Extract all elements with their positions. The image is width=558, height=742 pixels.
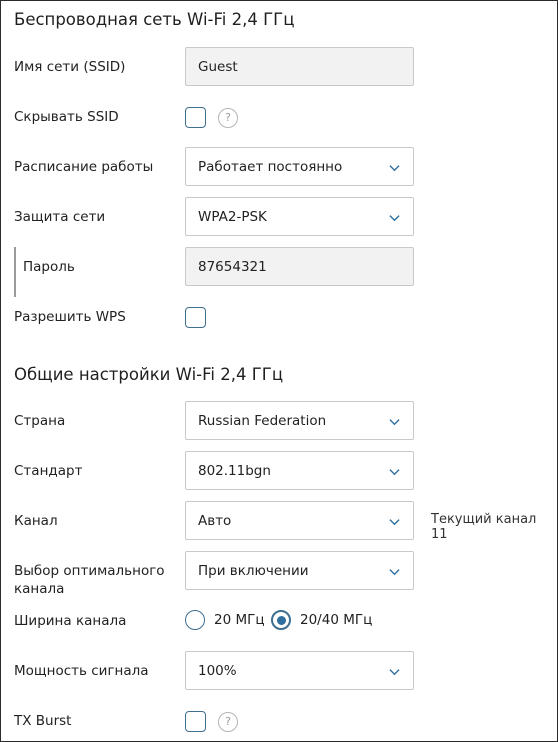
security-label: Защита сети xyxy=(14,209,106,225)
channel-select[interactable]: Авто xyxy=(185,501,414,540)
country-select[interactable]: Russian Federation xyxy=(185,401,414,440)
standard-select[interactable]: 802.11bgn xyxy=(185,451,414,490)
help-icon[interactable]: ? xyxy=(218,712,238,732)
width-20-label[interactable]: 20 МГц xyxy=(214,612,265,628)
tx-burst-checkbox[interactable] xyxy=(185,711,206,732)
current-channel-note: Текущий канал 11 xyxy=(431,512,537,542)
standard-label: Стандарт xyxy=(14,463,83,479)
ssid-label: Имя сети (SSID) xyxy=(14,59,126,75)
country-label: Страна xyxy=(14,413,66,429)
section-title-general: Общие настройки Wi-Fi 2,4 ГГц xyxy=(14,365,284,384)
section-title-wireless: Беспроводная сеть Wi-Fi 2,4 ГГц xyxy=(14,10,295,29)
optimal-channel-select[interactable]: При включении xyxy=(185,551,414,590)
chevron-down-icon xyxy=(389,569,400,576)
schedule-select[interactable]: Работает постоянно xyxy=(185,147,414,186)
channel-label: Канал xyxy=(14,513,58,529)
hide-ssid-checkbox[interactable] xyxy=(185,107,206,128)
indent-divider xyxy=(14,247,16,297)
help-icon[interactable]: ? xyxy=(218,108,238,128)
country-value: Russian Federation xyxy=(198,412,327,429)
security-select[interactable]: WPA2-PSK xyxy=(185,197,414,236)
optimal-channel-value: При включении xyxy=(198,562,309,579)
tx-burst-label: TX Burst xyxy=(14,713,72,729)
chevron-down-icon xyxy=(389,669,400,676)
schedule-value: Работает постоянно xyxy=(198,158,343,175)
signal-power-value: 100% xyxy=(198,662,237,679)
chevron-down-icon xyxy=(389,165,400,172)
ssid-value: Guest xyxy=(198,58,238,75)
channel-width-label: Ширина канала xyxy=(14,613,127,629)
optimal-channel-label-line2: канала xyxy=(14,581,65,597)
hide-ssid-label: Скрывать SSID xyxy=(14,109,119,125)
password-label: Пароль xyxy=(23,259,75,275)
help-glyph: ? xyxy=(225,111,231,124)
ssid-input[interactable]: Guest xyxy=(185,47,414,86)
chevron-down-icon xyxy=(389,469,400,476)
password-input[interactable]: 87654321 xyxy=(185,247,414,286)
chevron-down-icon xyxy=(389,519,400,526)
security-value: WPA2-PSK xyxy=(198,208,267,225)
wps-checkbox[interactable] xyxy=(185,307,206,328)
standard-value: 802.11bgn xyxy=(198,462,271,479)
schedule-label: Расписание работы xyxy=(14,159,154,175)
chevron-down-icon xyxy=(389,419,400,426)
signal-power-select[interactable]: 100% xyxy=(185,651,414,690)
signal-power-label: Мощность сигнала xyxy=(14,663,149,679)
channel-value: Авто xyxy=(198,512,232,529)
password-value: 87654321 xyxy=(198,258,267,275)
width-20-40-label[interactable]: 20/40 МГц xyxy=(300,612,372,628)
width-20-40-radio[interactable] xyxy=(271,610,291,630)
optimal-channel-label-line1: Выбор оптимального xyxy=(14,563,165,579)
help-glyph: ? xyxy=(225,715,231,728)
settings-panel: Беспроводная сеть Wi-Fi 2,4 ГГц Имя сети… xyxy=(0,0,558,742)
width-20-radio[interactable] xyxy=(185,610,205,630)
chevron-down-icon xyxy=(389,215,400,222)
wps-label: Разрешить WPS xyxy=(14,309,126,325)
